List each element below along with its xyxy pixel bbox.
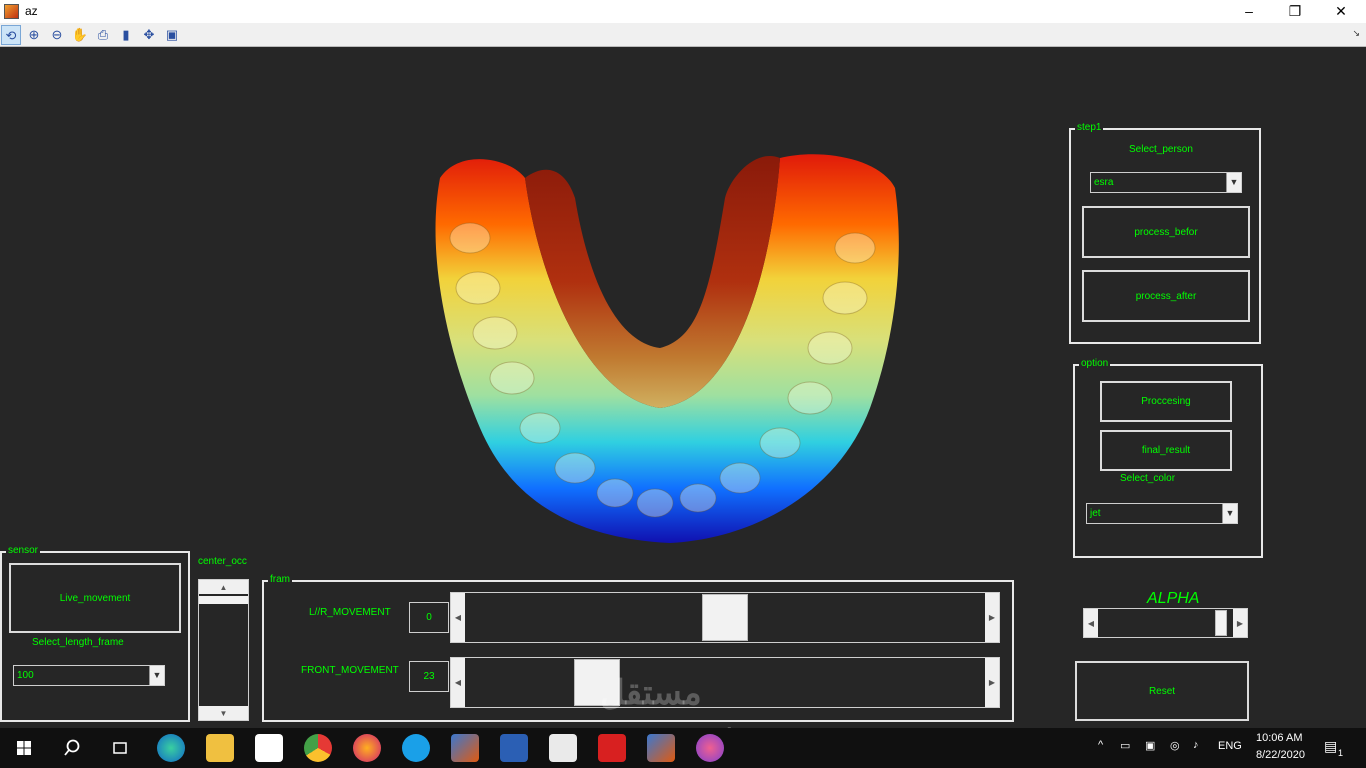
process-after-button[interactable]: process_after [1082, 270, 1250, 322]
step1-panel: step1 Select_person esra ▼ process_befor… [1069, 122, 1261, 344]
alpha-slider[interactable]: ◀ ▶ [1083, 608, 1248, 638]
task-view-icon[interactable] [106, 734, 134, 762]
front-movement-value[interactable]: 23 [409, 661, 449, 692]
globe-icon[interactable]: ◎ [1170, 739, 1180, 752]
clock-date[interactable]: 8/22/2020 [1256, 749, 1305, 761]
sensor-panel: sensor Live_movement Select_length_frame… [0, 545, 190, 722]
zoom-out-icon[interactable]: ⊖ [47, 25, 67, 45]
pan-icon[interactable]: ✋ [70, 25, 90, 45]
clock-time[interactable]: 10:06 AM [1256, 732, 1302, 744]
scroll-left-icon[interactable]: ◀ [451, 658, 465, 707]
firefox-icon[interactable] [353, 734, 381, 762]
edge-icon[interactable] [157, 734, 185, 762]
alpha-slider-thumb[interactable] [1215, 610, 1227, 636]
center-occ-slider-thumb[interactable] [199, 596, 248, 604]
chrome-icon[interactable] [304, 734, 332, 762]
windows-start-icon[interactable] [10, 734, 38, 762]
show-hidden-icons-icon[interactable]: ^ [1098, 739, 1103, 751]
skype-icon[interactable] [402, 734, 430, 762]
search-icon[interactable] [58, 734, 86, 762]
scroll-left-icon[interactable]: ◀ [451, 593, 465, 642]
dental-arch-3d-plot[interactable] [400, 138, 920, 548]
front-movement-slider[interactable]: ◀ ▶ [450, 657, 1000, 708]
volume-icon[interactable]: ♪ [1193, 739, 1199, 751]
figure-toolbar: ⟲ ⊕ ⊖ ✋ ⎙ ▮ ✥ ▣ ↘ [0, 23, 1366, 47]
lr-movement-label: L//R_MOVEMENT [309, 607, 391, 618]
photos-icon[interactable] [549, 734, 577, 762]
paint3d-icon[interactable] [696, 734, 724, 762]
word-icon[interactable] [500, 734, 528, 762]
watermark-arabic: مستقل [600, 674, 702, 712]
figure-canvas: step1 Select_person esra ▼ process_befor… [0, 48, 1366, 748]
select-color-dropdown[interactable]: jet ▼ [1086, 503, 1238, 524]
select-length-frame-value: 100 [17, 670, 34, 681]
maximize-button[interactable]: ❐ [1272, 0, 1318, 23]
window-title: az [25, 4, 38, 18]
fram-panel-title: fram [268, 574, 292, 586]
select-color-value: jet [1090, 508, 1101, 519]
battery-icon[interactable]: ▭ [1120, 739, 1130, 752]
chevron-down-icon: ▼ [149, 666, 164, 685]
scroll-right-icon[interactable]: ▶ [1233, 609, 1247, 637]
print-icon[interactable]: ⎙ [93, 25, 113, 45]
matlab-icon-2[interactable] [647, 734, 675, 762]
sensor-panel-title: sensor [6, 545, 41, 557]
close-button[interactable]: ✕ [1318, 0, 1364, 23]
scroll-up-icon[interactable]: ▲ [199, 580, 248, 594]
processing-button[interactable]: Proccesing [1100, 381, 1232, 422]
notification-count: 1 [1338, 748, 1344, 758]
step1-panel-title: step1 [1075, 122, 1104, 134]
final-result-button[interactable]: final_result [1100, 430, 1232, 471]
scroll-right-icon[interactable]: ▶ [985, 593, 999, 642]
process-before-button[interactable]: process_befor [1082, 206, 1250, 258]
zoom-in-icon[interactable]: ⊕ [24, 25, 44, 45]
acrobat-icon[interactable] [598, 734, 626, 762]
scroll-right-icon[interactable]: ▶ [985, 658, 999, 707]
reset-button[interactable]: Reset [1075, 661, 1249, 721]
select-person-value: esra [1094, 177, 1114, 188]
lr-movement-slider[interactable]: ◀ ▶ [450, 592, 1000, 643]
scroll-down-icon[interactable]: ▼ [199, 706, 248, 720]
lr-movement-slider-thumb[interactable] [702, 594, 748, 641]
network-icon[interactable]: ▣ [1145, 739, 1155, 752]
title-bar: az – ❐ ✕ [0, 0, 1366, 23]
center-occ-slider[interactable]: ▲ ▼ [198, 579, 249, 721]
scroll-left-icon[interactable]: ◀ [1084, 609, 1098, 637]
matlab-figure-icon [4, 4, 19, 19]
front-movement-label: FRONT_MOVEMENT [301, 665, 399, 676]
select-length-frame-label: Select_length_frame [32, 637, 124, 648]
option-panel: option Proccesing final_result Select_co… [1073, 358, 1263, 558]
minimize-button[interactable]: – [1226, 0, 1272, 23]
select-person-label: Select_person [1129, 144, 1193, 155]
windows-taskbar: ^ ▭ ▣ ◎ ♪ ENG 10:06 AM 8/22/2020 ▤ 1 [0, 728, 1366, 768]
rotate-icon[interactable]: ⟲ [1, 25, 21, 45]
select-person-dropdown[interactable]: esra ▼ [1090, 172, 1242, 193]
alpha-title: ALPHA [1147, 590, 1200, 607]
save-icon[interactable]: ▣ [162, 25, 182, 45]
matlab-icon[interactable] [451, 734, 479, 762]
notification-icon[interactable]: ▤ [1324, 738, 1337, 755]
live-movement-button[interactable]: Live_movement [9, 563, 181, 633]
chevron-down-icon: ▼ [1222, 504, 1237, 523]
figure-icon[interactable]: ▮ [116, 25, 136, 45]
option-panel-title: option [1079, 358, 1111, 370]
chevron-down-icon: ▼ [1226, 173, 1241, 192]
mail-icon[interactable] [255, 734, 283, 762]
data-cursor-icon[interactable]: ✥ [139, 25, 159, 45]
select-color-label: Select_color [1120, 473, 1176, 484]
select-length-frame-dropdown[interactable]: 100 ▼ [13, 665, 165, 686]
center-occ-label: center_occ [198, 556, 247, 567]
language-indicator[interactable]: ENG [1218, 740, 1242, 752]
lr-movement-value[interactable]: 0 [409, 602, 449, 633]
file-explorer-icon[interactable] [206, 734, 234, 762]
dock-arrow-icon[interactable]: ↘ [1352, 28, 1360, 39]
